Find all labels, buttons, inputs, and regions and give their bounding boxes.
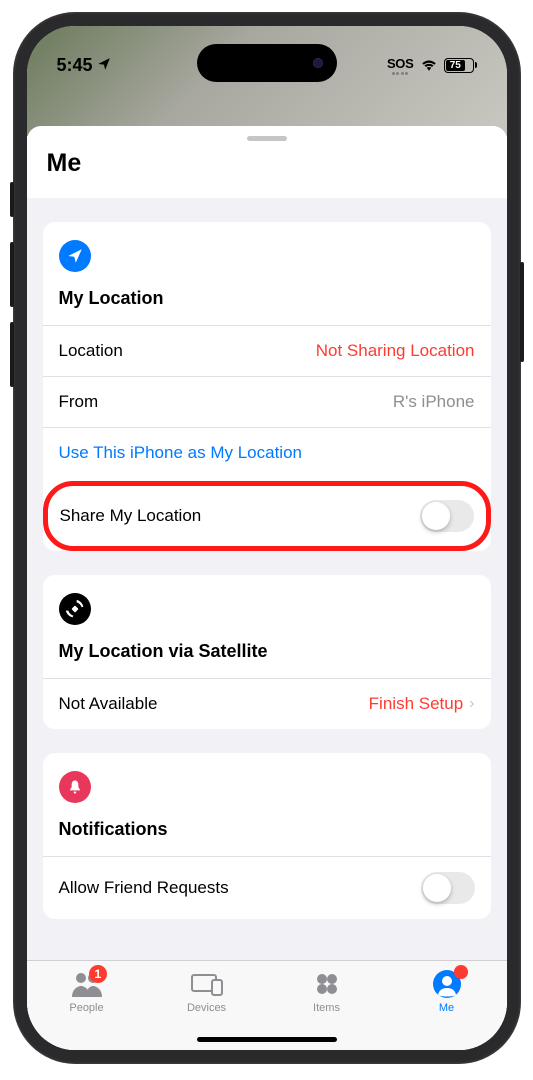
volume-up-button: [10, 242, 14, 307]
row-label: Share My Location: [60, 506, 202, 526]
badge: 1: [89, 965, 107, 983]
sheet-body[interactable]: My Location Location Not Sharing Locatio…: [27, 198, 507, 1050]
from-row[interactable]: From R's iPhone: [43, 376, 491, 427]
allow-friend-requests-row[interactable]: Allow Friend Requests: [43, 856, 491, 919]
row-label: From: [59, 392, 99, 412]
chevron-right-icon: ›: [469, 695, 474, 713]
phone-frame: 5:45 SOS 75 M: [13, 12, 521, 1064]
tab-label: Items: [313, 1002, 340, 1014]
screen: 5:45 SOS 75 M: [27, 26, 507, 1050]
status-time: 5:45: [57, 55, 93, 76]
dynamic-island: [197, 44, 337, 82]
section-heading: Notifications: [59, 819, 475, 840]
row-value: Not Sharing Location: [316, 341, 475, 361]
page-title: Me: [27, 149, 507, 198]
section-heading: My Location: [59, 288, 475, 309]
row-action: Finish Setup: [369, 694, 464, 714]
navigation-icon: [59, 240, 91, 272]
satellite-status-row[interactable]: Not Available Finish Setup ›: [43, 678, 491, 729]
notifications-card: Notifications Allow Friend Requests: [43, 753, 491, 919]
battery-indicator: 75: [444, 58, 477, 73]
side-button: [10, 182, 14, 217]
devices-icon: [190, 969, 224, 999]
tab-label: Devices: [187, 1002, 226, 1014]
satellite-icon: [59, 593, 91, 625]
badge-dot: [454, 965, 468, 979]
power-button: [520, 262, 524, 362]
sheet-grabber[interactable]: [247, 136, 287, 141]
allow-friend-requests-toggle[interactable]: [421, 872, 475, 904]
row-label: Allow Friend Requests: [59, 878, 229, 898]
location-row[interactable]: Location Not Sharing Location: [43, 325, 491, 376]
section-heading: My Location via Satellite: [59, 641, 475, 662]
sos-indicator: SOS: [387, 56, 414, 75]
use-this-iphone-row[interactable]: Use This iPhone as My Location: [43, 427, 491, 478]
wifi-icon: [420, 57, 438, 74]
bell-icon: [59, 771, 91, 803]
location-arrow-icon: [97, 55, 111, 76]
home-indicator[interactable]: [197, 1037, 337, 1042]
tab-label: Me: [439, 1002, 454, 1014]
share-location-toggle[interactable]: [420, 500, 474, 532]
row-label: Not Available: [59, 694, 158, 714]
share-my-location-row[interactable]: Share My Location: [48, 486, 486, 546]
satellite-card: My Location via Satellite Not Available …: [43, 575, 491, 729]
row-value: R's iPhone: [393, 392, 475, 412]
row-label: Location: [59, 341, 123, 361]
link-text: Use This iPhone as My Location: [59, 443, 302, 463]
tab-devices[interactable]: Devices: [147, 961, 267, 1038]
me-sheet: Me My Location Location Not Sharing Loca…: [27, 126, 507, 1050]
my-location-card: My Location Location Not Sharing Locatio…: [43, 222, 491, 551]
tab-people[interactable]: 1 People: [27, 961, 147, 1038]
volume-down-button: [10, 322, 14, 387]
tab-label: People: [69, 1002, 103, 1014]
tab-me[interactable]: Me: [387, 961, 507, 1038]
items-icon: [315, 969, 339, 999]
tab-items[interactable]: Items: [267, 961, 387, 1038]
highlight-callout: Share My Location: [43, 481, 491, 551]
